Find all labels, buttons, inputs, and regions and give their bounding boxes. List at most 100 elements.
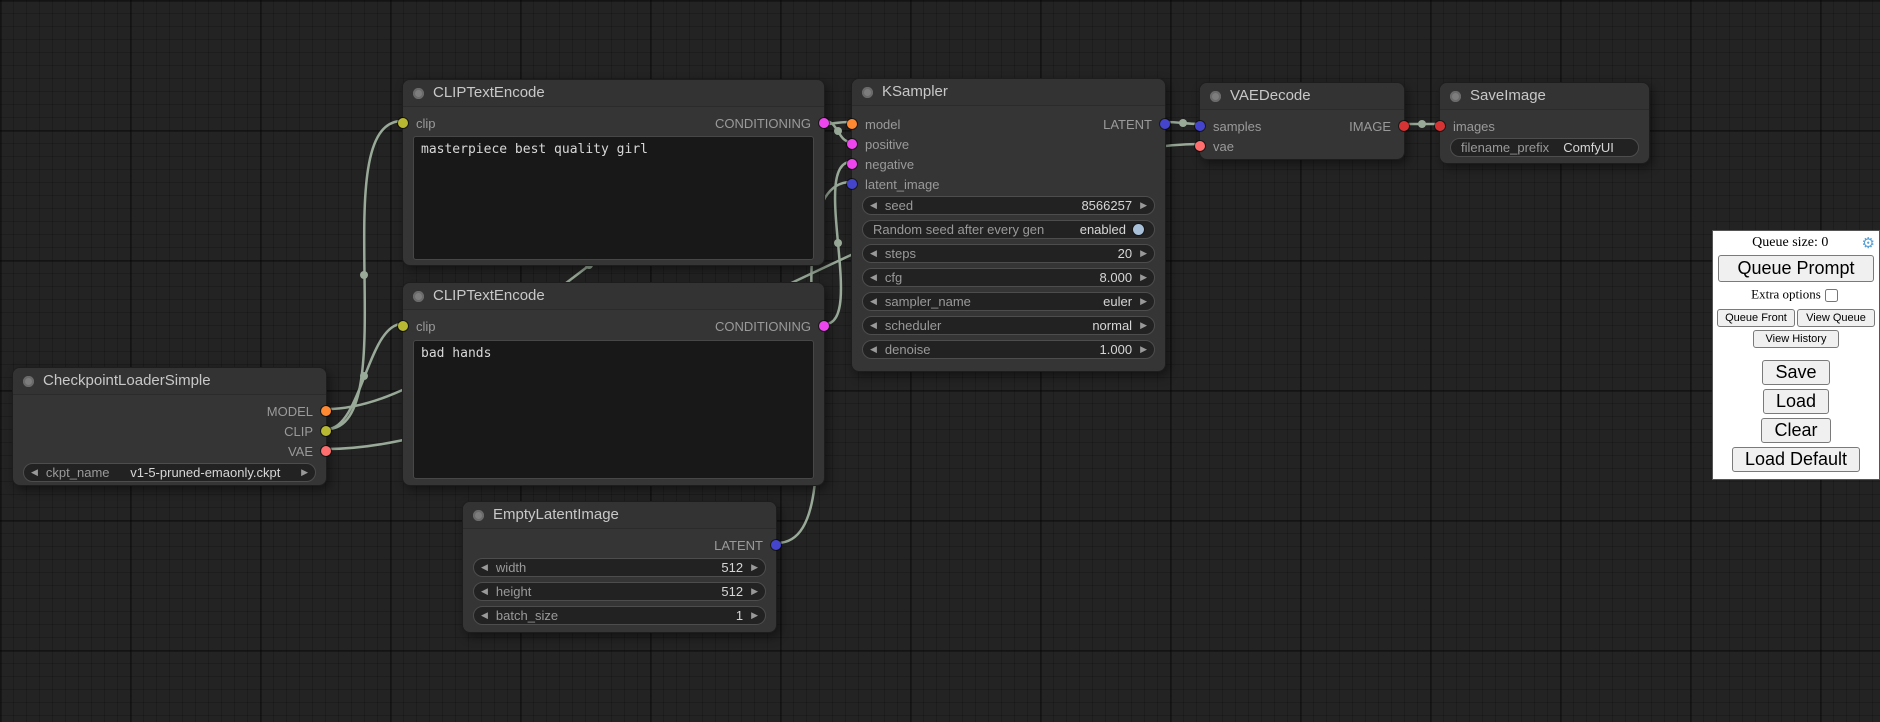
queue-size-label: Queue size: 0 [1719,235,1862,251]
toggle-enabled-icon[interactable] [1133,224,1144,235]
settings-gear-icon[interactable]: ⚙ [1862,236,1875,250]
node-title-bar[interactable]: CLIPTextEncode [403,283,824,310]
denoise-widget[interactable]: ◀ denoise 1.000 ▶ [862,340,1155,359]
width-widget[interactable]: ◀ width 512 ▶ [473,558,766,577]
input-port-samples[interactable] [1195,121,1205,131]
node-checkpoint-loader-simple[interactable]: CheckpointLoaderSimple MODEL CLIP VAE ◀ … [12,367,327,486]
decrement-icon[interactable]: ◀ [870,340,877,359]
combo-prev-icon[interactable]: ◀ [870,292,877,311]
random-seed-toggle-widget[interactable]: Random seed after every gen enabled [862,220,1155,239]
filename-prefix-widget[interactable]: filename_prefix ComfyUI [1450,138,1639,157]
decrement-icon[interactable]: ◀ [870,196,877,215]
output-label-clip: CLIP [284,424,313,439]
widget-label: filename_prefix [1461,140,1549,155]
increment-icon[interactable]: ▶ [751,606,758,625]
node-title-bar[interactable]: VAEDecode [1200,83,1404,110]
collapse-dot-icon[interactable] [1450,91,1461,102]
input-port-latent-image[interactable] [847,179,857,189]
output-port-vae[interactable] [321,446,331,456]
sampler-name-widget[interactable]: ◀ sampler_name euler ▶ [862,292,1155,311]
save-button[interactable]: Save [1762,360,1829,385]
node-graph-canvas[interactable]: CheckpointLoaderSimple MODEL CLIP VAE ◀ … [0,0,1880,722]
combo-next-icon[interactable]: ▶ [301,463,308,482]
increment-icon[interactable]: ▶ [1140,268,1147,287]
output-port-model[interactable] [321,406,331,416]
node-empty-latent-image[interactable]: EmptyLatentImage LATENT ◀ width 512 ▶ ◀ … [462,501,777,633]
load-default-button[interactable]: Load Default [1732,447,1860,472]
queue-front-button[interactable]: Queue Front [1717,309,1795,327]
node-save-image[interactable]: SaveImage images filename_prefix ComfyUI [1439,82,1650,164]
link-midpoint-dot [1418,120,1426,128]
input-label-images: images [1453,119,1495,134]
output-port-conditioning[interactable] [819,321,829,331]
slot-row: model LATENT [852,114,1165,134]
queue-prompt-button[interactable]: Queue Prompt [1718,255,1874,282]
collapse-dot-icon[interactable] [473,510,484,521]
view-history-button[interactable]: View History [1753,330,1840,348]
widget-label: denoise [885,342,931,357]
node-title-bar[interactable]: SaveImage [1440,83,1649,110]
height-widget[interactable]: ◀ height 512 ▶ [473,582,766,601]
collapse-dot-icon[interactable] [413,291,424,302]
node-title: KSampler [882,83,948,100]
output-port-clip[interactable] [321,426,331,436]
combo-prev-icon[interactable]: ◀ [31,463,38,482]
load-button[interactable]: Load [1763,389,1829,414]
node-title-bar[interactable]: CLIPTextEncode [403,80,824,107]
node-clip-text-encode-negative[interactable]: CLIPTextEncode clip CONDITIONING bad han… [402,282,825,486]
slot-row: negative [852,154,1165,174]
input-port-model[interactable] [847,119,857,129]
collapse-dot-icon[interactable] [1210,91,1221,102]
widget-label: cfg [885,270,902,285]
node-ksampler[interactable]: KSampler model LATENT positive negative … [851,78,1166,372]
view-queue-button[interactable]: View Queue [1797,309,1875,327]
input-label-latent-image: latent_image [865,177,939,192]
decrement-icon[interactable]: ◀ [481,582,488,601]
node-vae-decode[interactable]: VAEDecode samples IMAGE vae [1199,82,1405,160]
output-port-image[interactable] [1399,121,1409,131]
output-port-latent[interactable] [1160,119,1170,129]
collapse-dot-icon[interactable] [413,88,424,99]
output-port-conditioning[interactable] [819,118,829,128]
combo-next-icon[interactable]: ▶ [1140,292,1147,311]
node-title-bar[interactable]: CheckpointLoaderSimple [13,368,326,395]
scheduler-widget[interactable]: ◀ scheduler normal ▶ [862,316,1155,335]
clear-button[interactable]: Clear [1761,418,1830,443]
combo-prev-icon[interactable]: ◀ [870,316,877,335]
output-port-latent[interactable] [771,540,781,550]
decrement-icon[interactable]: ◀ [870,244,877,263]
increment-icon[interactable]: ▶ [751,582,758,601]
collapse-dot-icon[interactable] [23,376,34,387]
positive-prompt-textarea[interactable]: masterpiece best quality girl [413,136,814,260]
decrement-icon[interactable]: ◀ [870,268,877,287]
node-title-bar[interactable]: KSampler [852,79,1165,106]
collapse-dot-icon[interactable] [862,87,873,98]
input-port-positive[interactable] [847,139,857,149]
seed-widget[interactable]: ◀ seed 8566257 ▶ [862,196,1155,215]
steps-widget[interactable]: ◀ steps 20 ▶ [862,244,1155,263]
input-port-negative[interactable] [847,159,857,169]
widget-value: 1 [736,608,743,623]
increment-icon[interactable]: ▶ [751,558,758,577]
widget-value: 20 [1118,246,1132,261]
decrement-icon[interactable]: ◀ [481,558,488,577]
batch-size-widget[interactable]: ◀ batch_size 1 ▶ [473,606,766,625]
output-label-latent: LATENT [714,538,763,553]
extra-options-checkbox[interactable] [1825,289,1838,302]
decrement-icon[interactable]: ◀ [481,606,488,625]
input-port-clip[interactable] [398,321,408,331]
increment-icon[interactable]: ▶ [1140,340,1147,359]
cfg-widget[interactable]: ◀ cfg 8.000 ▶ [862,268,1155,287]
node-clip-text-encode-positive[interactable]: CLIPTextEncode clip CONDITIONING masterp… [402,79,825,266]
negative-prompt-textarea[interactable]: bad hands [413,340,814,479]
node-title-bar[interactable]: EmptyLatentImage [463,502,776,529]
input-port-vae[interactable] [1195,141,1205,151]
extra-options-label: Extra options [1751,286,1821,301]
combo-next-icon[interactable]: ▶ [1140,316,1147,335]
input-port-images[interactable] [1435,121,1445,131]
widget-value: normal [1092,318,1132,333]
increment-icon[interactable]: ▶ [1140,244,1147,263]
increment-icon[interactable]: ▶ [1140,196,1147,215]
ckpt-name-widget[interactable]: ◀ ckpt_name v1-5-pruned-emaonly.ckpt ▶ [23,463,316,482]
input-port-clip[interactable] [398,118,408,128]
